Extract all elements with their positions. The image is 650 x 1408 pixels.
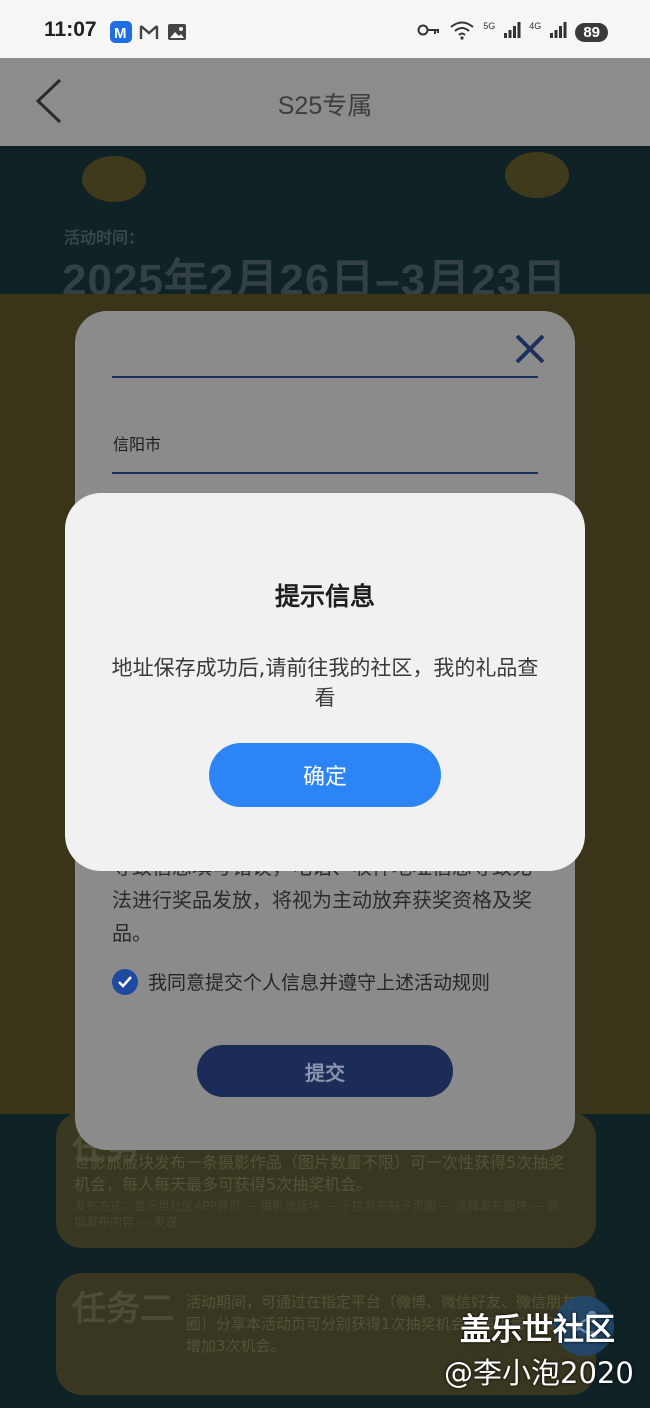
name-field-underline[interactable]: [112, 376, 538, 378]
network-4g-label: 4G: [529, 21, 542, 31]
agree-checkbox[interactable]: [112, 968, 138, 995]
submit-button[interactable]: 提交: [197, 1045, 453, 1097]
close-icon: [515, 334, 545, 364]
app-header: S25专属: [0, 58, 650, 146]
task-2-title: 任务二: [72, 1289, 174, 1329]
gmail-icon: [138, 21, 160, 43]
signal-4g-icon: [549, 21, 567, 43]
status-bar: 11:07 M 5G 4G 89: [0, 0, 650, 58]
confirm-button[interactable]: 确定: [209, 743, 441, 807]
watermark-author: @李小泡2020: [444, 1356, 634, 1390]
agree-row[interactable]: 我同意提交个人信息并遵守上述活动规则: [112, 968, 490, 995]
vpn-key-icon: [417, 22, 441, 42]
battery-level: 89: [575, 22, 608, 42]
wifi-icon: [449, 20, 475, 44]
task-1-sub: 发布方式：盖乐世社区APP首页 — 摄影旅版块 — 下拉发布帖子页面 — 选择发…: [74, 1199, 560, 1229]
checkmark-icon: [118, 975, 132, 988]
status-time: 11:07: [44, 18, 97, 41]
svg-text:M: M: [114, 25, 127, 42]
app-notification-icon: M: [110, 21, 132, 43]
city-field[interactable]: 信阳市: [113, 431, 161, 455]
signal-5g-icon: [503, 21, 521, 43]
cloud-decoration: [505, 152, 569, 198]
close-button[interactable]: [512, 331, 548, 367]
task-1-text: 世影旅版块发布一条摄影作品（图片数量不限）可一次性获得5次抽奖机会，每人每天最多…: [74, 1153, 565, 1194]
agree-label: 我同意提交个人信息并遵守上述活动规则: [148, 972, 491, 994]
city-field-underline: [112, 472, 538, 474]
alert-dialog: 提示信息 地址保存成功后,请前往我的社区，我的礼品查看 确定: [65, 493, 585, 871]
page-title: S25专属: [277, 92, 373, 120]
network-5g-label: 5G: [483, 21, 496, 31]
gallery-icon: [166, 21, 188, 43]
status-indicators: 5G 4G 89: [417, 20, 608, 44]
cloud-decoration: [82, 156, 146, 202]
dialog-message: 地址保存成功后,请前往我的社区，我的礼品查看: [111, 656, 539, 710]
watermark-community: 盖乐世社区: [460, 1312, 615, 1348]
dialog-title: 提示信息: [274, 582, 375, 611]
